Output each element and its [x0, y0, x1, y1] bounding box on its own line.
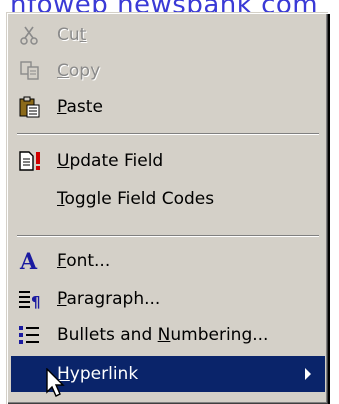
empty-icon-slot	[15, 359, 45, 389]
mouse-pointer-icon	[46, 367, 66, 402]
menu-item-hyperlink-label: Hyperlink	[57, 364, 139, 384]
font-icon: A	[15, 246, 45, 276]
menu-item-bullets-and-numbering[interactable]: Bullets and Numbering...	[11, 317, 325, 353]
menu-item-toggle-field-codes[interactable]: Toggle Field Codes	[11, 181, 325, 217]
menu-item-update-field-label: Update Field	[57, 151, 164, 171]
menu-item-update-field[interactable]: Update Field	[11, 143, 325, 179]
menu-item-cut-label: Cut	[57, 25, 87, 45]
menu-item-bullets-and-numbering-label: Bullets and Numbering...	[57, 325, 269, 345]
paragraph-icon: ¶	[15, 284, 45, 314]
menu-item-font-label: Font...	[57, 251, 111, 271]
submenu-arrow-icon	[305, 368, 311, 380]
svg-text:¶: ¶	[31, 293, 41, 311]
context-menu: Cut Copy Paste Update Field Toggle Field…	[6, 12, 328, 404]
svg-text:A: A	[19, 249, 38, 273]
menu-item-paste-label: Paste	[57, 97, 103, 117]
paste-icon	[15, 92, 45, 122]
menu-separator	[17, 235, 319, 237]
menu-item-font[interactable]: A Font...	[11, 243, 325, 279]
bullets-icon	[15, 320, 45, 350]
menu-item-cut[interactable]: Cut	[11, 17, 325, 53]
menu-item-copy[interactable]: Copy	[11, 53, 325, 89]
menu-item-paragraph-label: Paragraph...	[57, 289, 161, 309]
menu-item-paragraph[interactable]: ¶ Paragraph...	[11, 281, 325, 317]
update-field-icon	[15, 146, 45, 176]
menu-separator	[17, 133, 319, 135]
menu-item-copy-label: Copy	[57, 61, 101, 81]
scissors-icon	[15, 20, 45, 50]
menu-item-toggle-field-codes-label: Toggle Field Codes	[57, 189, 215, 209]
empty-icon-slot	[15, 184, 45, 214]
copy-icon	[15, 56, 45, 86]
menu-item-paste[interactable]: Paste	[11, 89, 325, 125]
